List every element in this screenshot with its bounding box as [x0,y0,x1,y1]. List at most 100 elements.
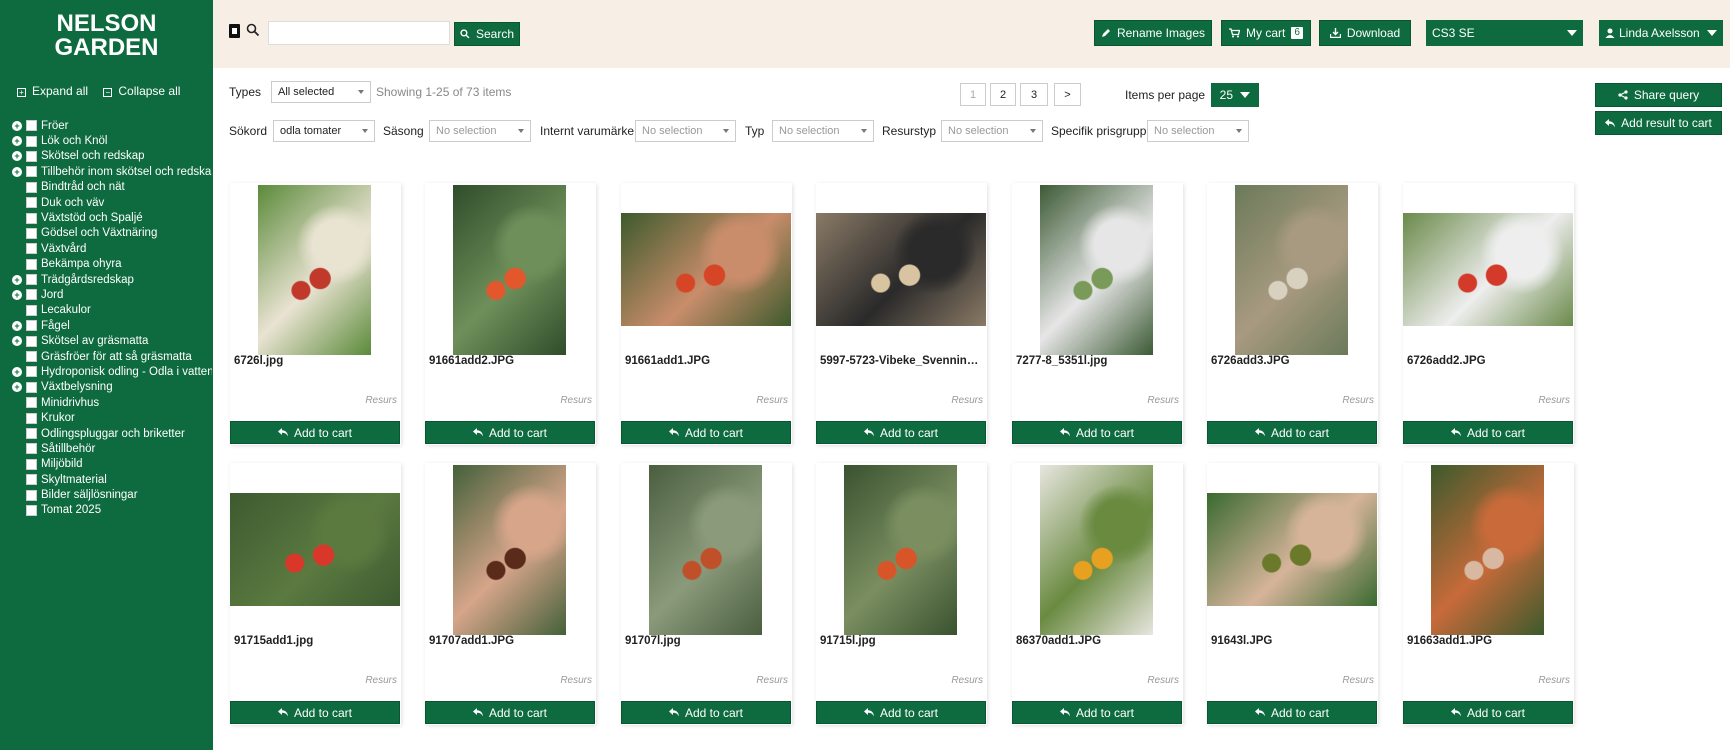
expand-node-icon[interactable]: + [12,166,22,177]
asset-filename[interactable]: 6726l.jpg [234,355,398,367]
category-item[interactable]: Skyltmaterial [12,472,212,487]
category-item[interactable]: + Skötsel och redskap [12,149,212,164]
asset-filename[interactable]: 5997-5723-Vibeke_Svenningsen_DSC [820,355,984,367]
category-item[interactable]: Krukor [12,410,212,425]
add-to-cart-button[interactable]: Add to cart [230,701,400,724]
category-item[interactable]: Tomat 2025 [12,503,212,518]
search-button[interactable]: Search [454,22,520,46]
category-checkbox[interactable] [26,120,37,132]
add-to-cart-button[interactable]: Add to cart [621,701,791,724]
asset-thumbnail[interactable] [844,465,957,635]
add-result-to-cart-button[interactable]: Add result to cart [1595,111,1722,135]
page-button-3[interactable]: 3 [1020,83,1048,106]
asset-filename[interactable]: 91715l.jpg [820,635,984,647]
expand-node-icon[interactable]: + [12,382,22,393]
category-checkbox[interactable] [26,243,37,255]
category-checkbox[interactable] [26,289,37,301]
category-item[interactable]: + Skötsel av gräsmatta [12,333,212,348]
my-cart-button[interactable]: My cart 6 [1221,20,1311,46]
asset-thumbnail[interactable] [649,465,762,635]
collapse-all-link[interactable]: − Collapse all [103,84,186,98]
asset-thumbnail[interactable] [1207,493,1377,606]
add-to-cart-button[interactable]: Add to cart [1403,421,1573,444]
category-item[interactable]: Såtillbehör [12,441,212,456]
site-select[interactable]: CS3 SE [1426,20,1583,46]
asset-card[interactable]: 91707l.jpg Resurs Add to cart [621,463,792,725]
asset-filename[interactable]: 91661add1.JPG [625,355,789,367]
category-checkbox[interactable] [26,397,37,409]
asset-card[interactable]: 91707add1.JPG Resurs Add to cart [425,463,596,725]
asset-thumbnail[interactable] [621,213,791,326]
add-to-cart-button[interactable]: Add to cart [425,701,595,724]
category-item[interactable]: + Fågel [12,318,212,333]
category-checkbox[interactable] [26,181,37,193]
asset-card[interactable]: 7277-8_5351l.jpg Resurs Add to cart [1012,183,1183,445]
expand-all-link[interactable]: + Expand all [17,84,94,98]
page-button-1[interactable]: 1 [960,83,986,106]
category-checkbox[interactable] [26,351,37,363]
category-checkbox[interactable] [26,197,37,209]
category-item[interactable]: Bekämpa ohyra [12,257,212,272]
category-checkbox[interactable] [26,304,37,316]
add-to-cart-button[interactable]: Add to cart [816,421,986,444]
asset-filename[interactable]: 91663add1.JPG [1407,635,1571,647]
items-per-page-select[interactable]: 25 [1211,83,1259,107]
category-item[interactable]: Miljöbild [12,457,212,472]
add-to-cart-button[interactable]: Add to cart [1012,701,1182,724]
category-item[interactable]: + Trädgårdsredskap [12,272,212,287]
add-to-cart-button[interactable]: Add to cart [1207,421,1377,444]
category-item[interactable]: + Jord [12,287,212,302]
category-item[interactable]: + Växtbelysning [12,380,212,395]
category-checkbox[interactable] [26,135,37,147]
asset-card[interactable]: 6726add2.JPG Resurs Add to cart [1403,183,1574,445]
category-checkbox[interactable] [26,458,37,470]
asset-thumbnail[interactable] [1040,185,1153,355]
category-item[interactable]: Bilder säljlösningar [12,487,212,502]
asset-filename[interactable]: 91707l.jpg [625,635,789,647]
asset-filename[interactable]: 6726add2.JPG [1407,355,1571,367]
category-item[interactable]: Lecakulor [12,303,212,318]
add-to-cart-button[interactable]: Add to cart [1012,421,1182,444]
internt-varumarke-select[interactable]: No selection [635,120,736,142]
asset-thumbnail[interactable] [1235,185,1348,355]
asset-thumbnail[interactable] [258,185,371,355]
add-to-cart-button[interactable]: Add to cart [816,701,986,724]
category-item[interactable]: + Fröer [12,118,212,133]
asset-thumbnail[interactable] [230,493,400,606]
next-page-button[interactable]: > [1054,83,1081,106]
expand-node-icon[interactable]: + [12,366,22,377]
category-checkbox[interactable] [26,412,37,424]
category-item[interactable]: Växtvård [12,241,212,256]
sasong-select[interactable]: No selection [429,120,531,142]
add-to-cart-button[interactable]: Add to cart [1207,701,1377,724]
category-checkbox[interactable] [26,366,37,378]
asset-card[interactable]: 91661add1.JPG Resurs Add to cart [621,183,792,445]
category-item[interactable]: + Tillbehör inom skötsel och redskap [12,164,212,179]
sokord-select[interactable]: odla tomater [273,120,375,142]
category-checkbox[interactable] [26,320,37,332]
category-item[interactable]: Duk och väv [12,195,212,210]
category-item[interactable]: Odlingspluggar och briketter [12,426,212,441]
document-icon[interactable] [229,24,240,38]
expand-node-icon[interactable]: + [12,336,22,347]
download-button[interactable]: Download [1319,20,1411,46]
add-to-cart-button[interactable]: Add to cart [425,421,595,444]
asset-thumbnail[interactable] [453,185,566,355]
asset-filename[interactable]: 86370add1.JPG [1016,635,1180,647]
asset-filename[interactable]: 91643l.JPG [1211,635,1375,647]
asset-card[interactable]: 91643l.JPG Resurs Add to cart [1207,463,1378,725]
expand-node-icon[interactable]: + [12,320,22,331]
category-item[interactable]: Gödsel och Växtnäring [12,226,212,241]
add-to-cart-button[interactable]: Add to cart [621,421,791,444]
asset-thumbnail[interactable] [816,213,986,326]
asset-filename[interactable]: 91715add1.jpg [234,635,398,647]
asset-card[interactable]: 86370add1.JPG Resurs Add to cart [1012,463,1183,725]
asset-card[interactable]: 91715add1.jpg Resurs Add to cart [230,463,401,725]
category-checkbox[interactable] [26,258,37,270]
category-checkbox[interactable] [26,381,37,393]
category-item[interactable]: Bindtråd och nät [12,180,212,195]
asset-card[interactable]: 5997-5723-Vibeke_Svenningsen_DSC Resurs Ad… [816,183,987,445]
expand-node-icon[interactable]: + [12,289,22,300]
page-button-2[interactable]: 2 [990,83,1016,106]
asset-card[interactable]: 91715l.jpg Resurs Add to cart [816,463,987,725]
